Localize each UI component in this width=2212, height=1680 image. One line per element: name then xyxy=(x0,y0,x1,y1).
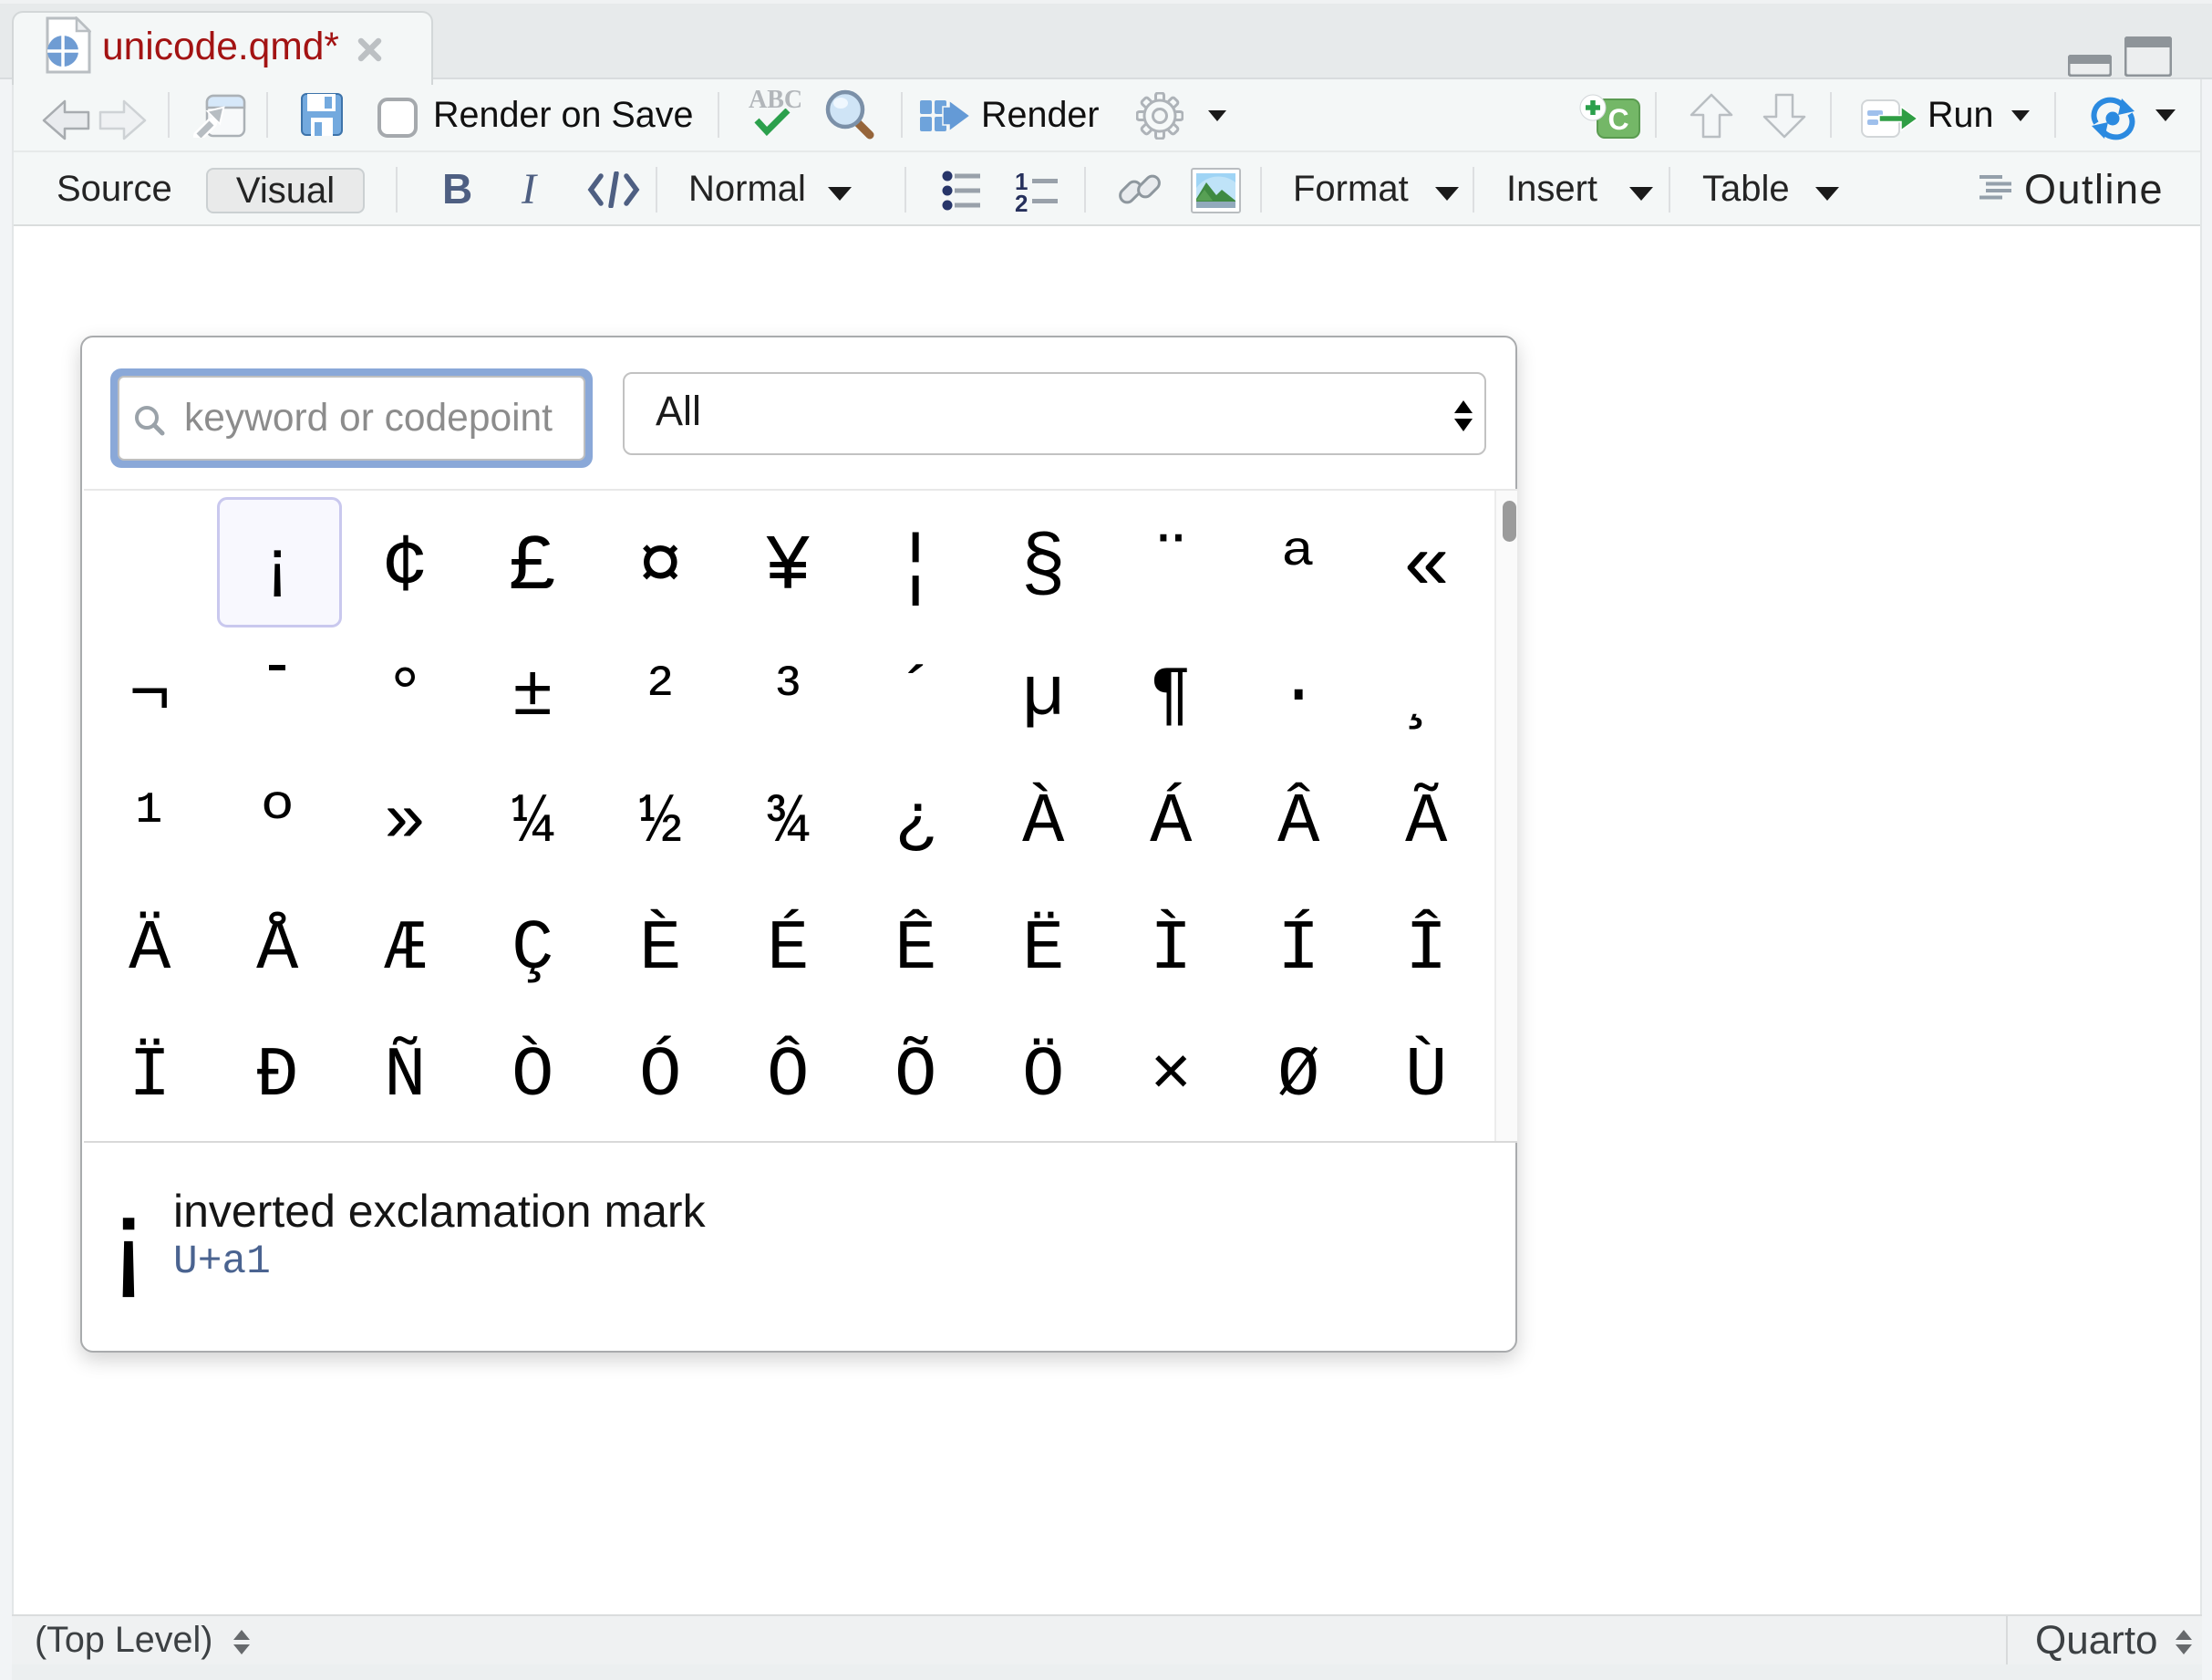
svg-text:C: C xyxy=(1607,103,1628,136)
svg-text:2: 2 xyxy=(1015,190,1028,213)
